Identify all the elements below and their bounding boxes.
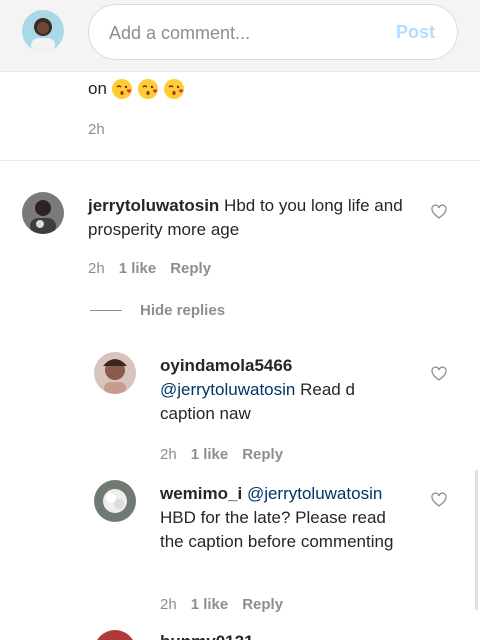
reply-meta: 2h 1 like Reply [160, 446, 283, 463]
like-heart-icon[interactable] [431, 366, 447, 382]
reply-likes[interactable]: 1 like [191, 596, 229, 613]
kissing-heart-emoji-icon [137, 79, 158, 99]
reply-avatar[interactable] [94, 480, 136, 522]
reply-body: oyindamola5466 @jerrytoluwatosin Read d … [160, 354, 410, 426]
comment-input-container[interactable]: Post [88, 4, 458, 60]
comment-meta: 2h 1 like Reply [88, 260, 211, 277]
comment-username[interactable]: jerrytoluwatosin [88, 196, 219, 215]
post-button[interactable]: Post [396, 22, 435, 43]
reply-avatar[interactable] [94, 630, 136, 640]
reply-button[interactable]: Reply [170, 260, 211, 277]
previous-comment-tail: on [88, 79, 107, 98]
reply-likes[interactable]: 1 like [191, 446, 229, 463]
commenter-avatar[interactable] [22, 192, 64, 234]
reply-body: bunmy0121 [160, 630, 410, 640]
reply-button[interactable]: Reply [242, 446, 283, 463]
divider [0, 160, 480, 161]
scrollbar[interactable] [475, 470, 478, 610]
kissing-heart-emoji-icon [163, 79, 184, 99]
kissing-heart-emoji-icon [111, 79, 132, 99]
reply-time: 2h [160, 596, 177, 613]
reply-mention[interactable]: @jerrytoluwatosin [247, 484, 382, 503]
comment-composer-bar: Post [0, 0, 480, 72]
hide-replies-label[interactable]: Hide replies [140, 302, 225, 319]
reply-username[interactable]: bunmy0121 [160, 632, 254, 640]
reply-username[interactable]: oyindamola5466 [160, 354, 410, 378]
comment-input[interactable] [109, 21, 379, 45]
reply-body: wemimo_i @jerrytoluwatosin HBD for the l… [160, 482, 410, 554]
hide-replies-line [90, 310, 122, 311]
like-heart-icon[interactable] [431, 492, 447, 508]
current-user-avatar [22, 10, 64, 52]
previous-comment-text: on [88, 78, 185, 100]
reply-username[interactable]: wemimo_i [160, 484, 242, 503]
like-heart-icon[interactable] [431, 204, 447, 220]
comment-time: 2h [88, 121, 105, 138]
hide-replies-toggle[interactable]: Hide replies [90, 302, 225, 319]
reply-mention[interactable]: @jerrytoluwatosin [160, 380, 295, 399]
reply-meta: 2h 1 like Reply [160, 596, 283, 613]
previous-comment-meta: 2h [88, 121, 105, 138]
reply-avatar[interactable] [94, 352, 136, 394]
comment-time: 2h [88, 260, 105, 277]
comment-body: jerrytoluwatosin Hbd to you long life an… [88, 194, 408, 242]
reply-time: 2h [160, 446, 177, 463]
reply-text: HBD for the late? Please read the captio… [160, 508, 394, 551]
comment-likes[interactable]: 1 like [119, 260, 157, 277]
reply-button[interactable]: Reply [242, 596, 283, 613]
